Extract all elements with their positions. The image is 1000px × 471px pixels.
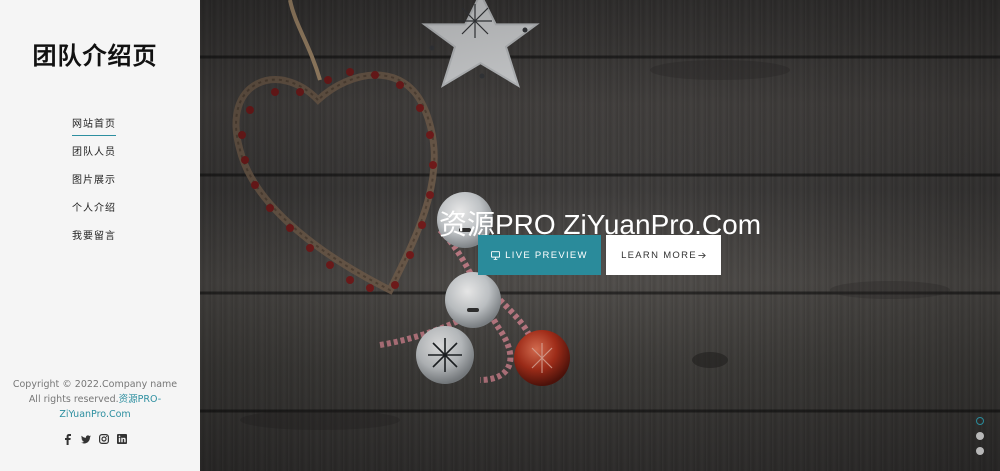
sidebar: 团队介绍页 网站首页 团队人员 图片展示 个人介绍 我要留言 Copyright… [0,0,200,471]
page: 团队介绍页 网站首页 团队人员 图片展示 个人介绍 我要留言 Copyright… [0,0,1000,471]
slide-dot-1[interactable] [976,417,984,425]
nav-item-about: 个人介绍 [0,201,188,229]
site-brand-title[interactable]: 团队介绍页 [0,36,190,71]
learn-more-button[interactable]: LEARN MORE [606,235,721,275]
twitter-icon[interactable] [81,433,91,445]
slide-dot-2[interactable] [976,432,984,440]
nav-item-team: 团队人员 [0,145,188,173]
main-nav: 网站首页 团队人员 图片展示 个人介绍 我要留言 [0,117,188,257]
nav-link-message[interactable]: 我要留言 [72,229,116,247]
linkedin-icon[interactable] [117,433,127,445]
hero-banner: 资源PRO ZiYuanPro.Com LIVE PREVIEW LEARN M… [200,0,1000,471]
nav-link-home[interactable]: 网站首页 [72,117,116,136]
arrow-right-icon [698,252,706,258]
instagram-icon[interactable] [99,433,109,445]
monitor-icon [491,250,501,260]
nav-link-team[interactable]: 团队人员 [72,145,116,163]
nav-link-about[interactable]: 个人介绍 [72,201,116,219]
slide-dot-3[interactable] [976,447,984,455]
nav-item-gallery: 图片展示 [0,173,188,201]
copyright: Copyright © 2022.Company name All rights… [12,377,178,422]
live-preview-label: LIVE PREVIEW [505,249,588,261]
nav-link-gallery[interactable]: 图片展示 [72,173,116,191]
nav-item-message: 我要留言 [0,229,188,257]
live-preview-button[interactable]: LIVE PREVIEW [478,235,601,275]
social-links [0,433,190,445]
learn-more-label: LEARN MORE [621,249,697,261]
nav-item-home: 网站首页 [0,117,188,145]
slider-pagination [974,417,986,462]
facebook-icon[interactable] [63,433,73,445]
